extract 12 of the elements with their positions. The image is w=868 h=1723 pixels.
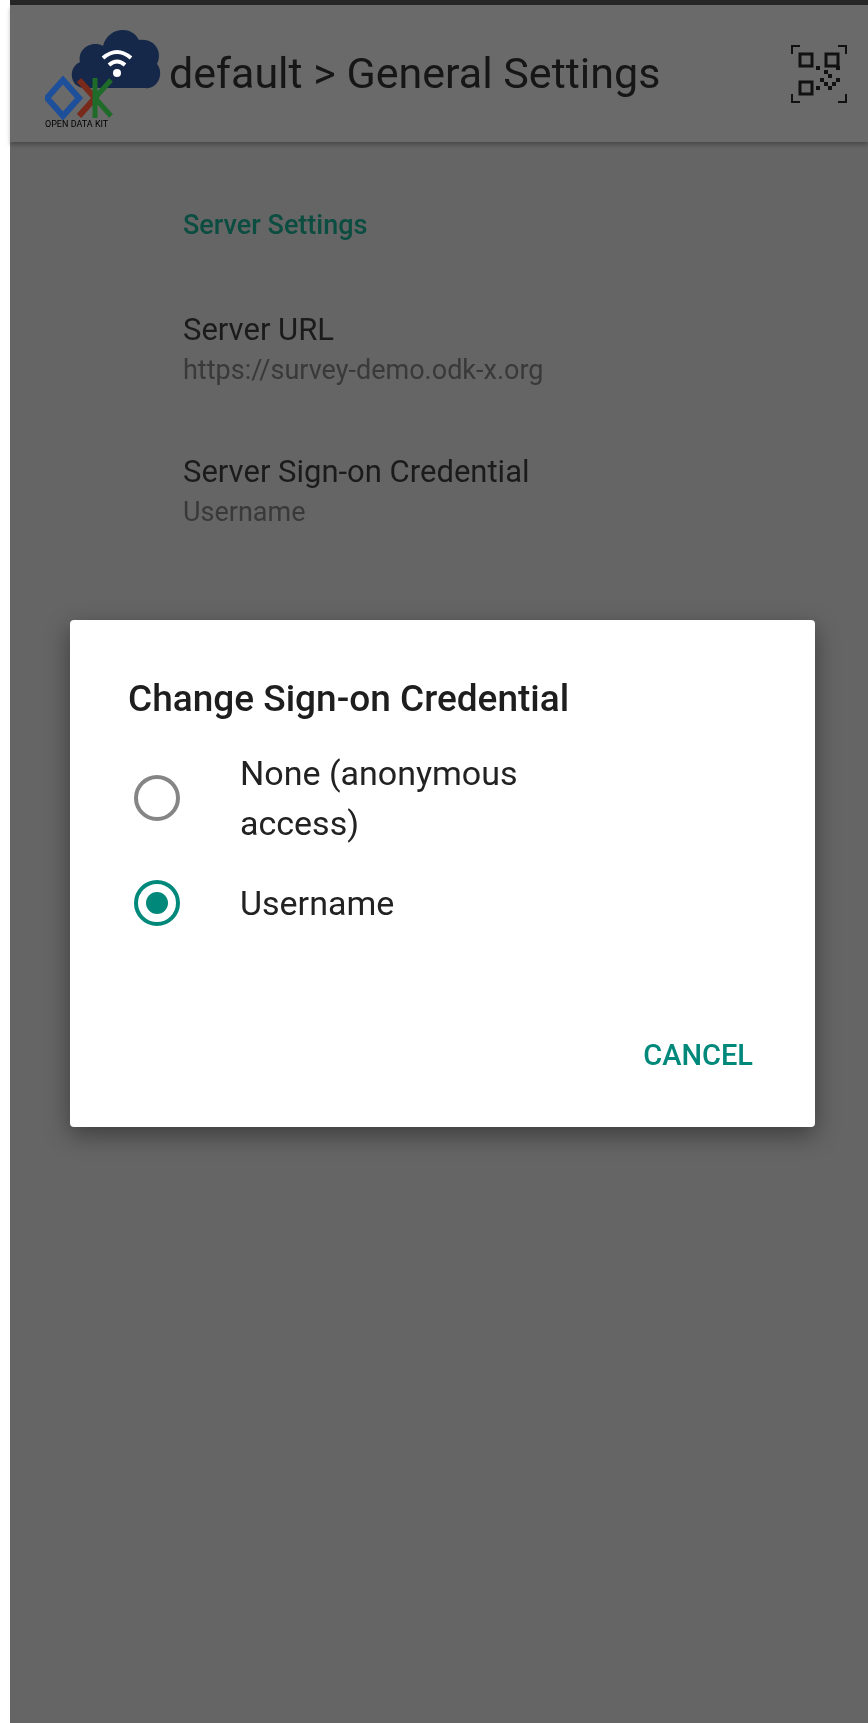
section-title: Server Settings bbox=[183, 208, 369, 243]
dialog-title: Change Sign-on Credential bbox=[128, 676, 571, 722]
preference-title: Server URL bbox=[183, 309, 335, 350]
radio-button[interactable] bbox=[134, 775, 180, 821]
qr-code-icon[interactable] bbox=[790, 43, 848, 104]
option-label[interactable]: Username bbox=[240, 878, 600, 928]
logo-caption: OPEN DATA KIT bbox=[45, 119, 109, 129]
radio-button[interactable] bbox=[134, 880, 180, 926]
option-label[interactable]: None (anonymous access) bbox=[240, 748, 600, 848]
preference-title: Server Sign-on Credential bbox=[183, 451, 531, 492]
app-bar-title: default > General Settings bbox=[169, 47, 662, 101]
cancel-button[interactable]: CANCEL bbox=[639, 1029, 757, 1081]
